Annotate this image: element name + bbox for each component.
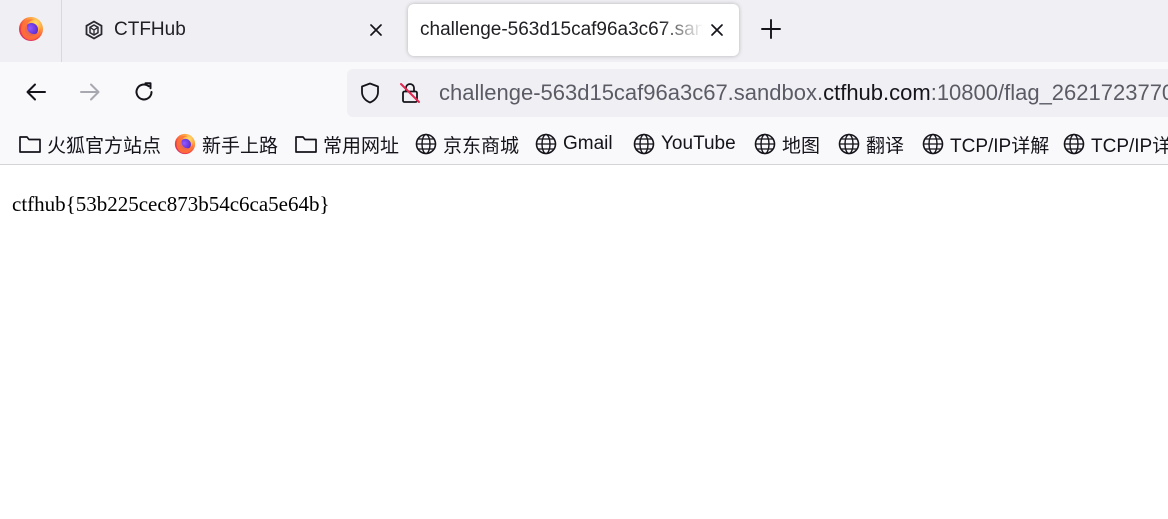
- firefox-logo-icon: [18, 16, 44, 47]
- tab-challenge[interactable]: challenge-563d15caf96a3c67.sandbox.ctfhu…: [408, 4, 739, 56]
- reload-icon: [132, 80, 156, 109]
- folder-icon: [294, 132, 318, 156]
- globe-icon: [753, 132, 777, 156]
- forward-button[interactable]: [72, 76, 108, 112]
- forward-arrow-icon: [78, 80, 102, 109]
- bookmark-label: 地图: [782, 135, 821, 157]
- url-domain: ctfhub.com: [823, 80, 931, 105]
- bookmark-label: 新手上路: [202, 135, 279, 157]
- bookmark-label: YouTube: [661, 133, 736, 154]
- bookmark-tcpip-1[interactable]: TCP/IP详解: [921, 131, 1049, 157]
- bookmark-label: 京东商城: [443, 135, 520, 157]
- bookmark-getting-started[interactable]: 新手上路: [173, 131, 278, 157]
- folder-icon: [18, 132, 42, 156]
- plus-icon: [761, 18, 781, 44]
- navigation-toolbar: challenge-563d15caf96a3c67.sandbox.ctfhu…: [0, 62, 1168, 124]
- bookmark-folder-common-sites[interactable]: 常用网址: [294, 131, 399, 157]
- globe-icon: [632, 132, 656, 156]
- tab-title: CTFHub: [114, 19, 186, 40]
- tab-strip: CTFHub challenge-563d15caf96a3c67.sandbo…: [0, 0, 1168, 62]
- ctfhub-logo-icon: [84, 20, 104, 40]
- tracking-protection-shield-icon[interactable]: [358, 81, 382, 105]
- bookmarks-toolbar: 火狐官方站点 新手上路 常用网址 京东商城 Gmail YouTube 地图 翻…: [0, 124, 1168, 165]
- bookmark-label: 翻译: [866, 135, 905, 157]
- firefox-view-button[interactable]: [0, 0, 62, 62]
- close-tab-icon[interactable]: [362, 16, 390, 44]
- globe-icon: [921, 132, 945, 156]
- bookmark-label: Gmail: [563, 133, 613, 154]
- globe-icon: [1062, 132, 1086, 156]
- new-tab-button[interactable]: [752, 12, 790, 50]
- bookmark-label: 火狐官方站点: [47, 135, 162, 157]
- url-suffix: :10800/flag_2621723770: [930, 80, 1168, 105]
- bookmark-gmail[interactable]: Gmail: [534, 131, 613, 157]
- bookmark-translate[interactable]: 翻译: [837, 131, 904, 157]
- reload-button[interactable]: [126, 76, 162, 112]
- url-text[interactable]: challenge-563d15caf96a3c67.sandbox.ctfhu…: [439, 80, 1168, 106]
- bookmark-tcpip-2[interactable]: TCP/IP详解: [1062, 131, 1168, 157]
- bookmark-folder-firefox-official[interactable]: 火狐官方站点: [18, 131, 161, 157]
- bookmark-label: TCP/IP详解: [1091, 135, 1168, 157]
- firefox-icon: [173, 132, 197, 156]
- flag-text: ctfhub{53b225cec873b54c6ca5e64b}: [12, 192, 330, 216]
- url-bar[interactable]: challenge-563d15caf96a3c67.sandbox.ctfhu…: [347, 69, 1168, 117]
- globe-icon: [414, 132, 438, 156]
- close-tab-icon[interactable]: [703, 16, 731, 44]
- bookmark-label: 常用网址: [323, 135, 400, 157]
- back-arrow-icon: [24, 80, 48, 109]
- globe-icon: [534, 132, 558, 156]
- back-button[interactable]: [18, 76, 54, 112]
- globe-icon: [837, 132, 861, 156]
- bookmark-youtube[interactable]: YouTube: [632, 131, 736, 157]
- tab-title: challenge-563d15caf96a3c67.sandbox.ctfhu…: [420, 19, 703, 40]
- bookmark-maps[interactable]: 地图: [753, 131, 820, 157]
- bookmark-jd[interactable]: 京东商城: [414, 131, 519, 157]
- bookmark-label: TCP/IP详解: [950, 135, 1050, 157]
- tab-ctfhub[interactable]: CTFHub: [70, 4, 398, 56]
- insecure-lock-icon[interactable]: [398, 81, 422, 105]
- url-prefix: challenge-563d15caf96a3c67.sandbox.: [439, 80, 824, 105]
- page-content: ctfhub{53b225cec873b54c6ca5e64b}: [0, 166, 1168, 519]
